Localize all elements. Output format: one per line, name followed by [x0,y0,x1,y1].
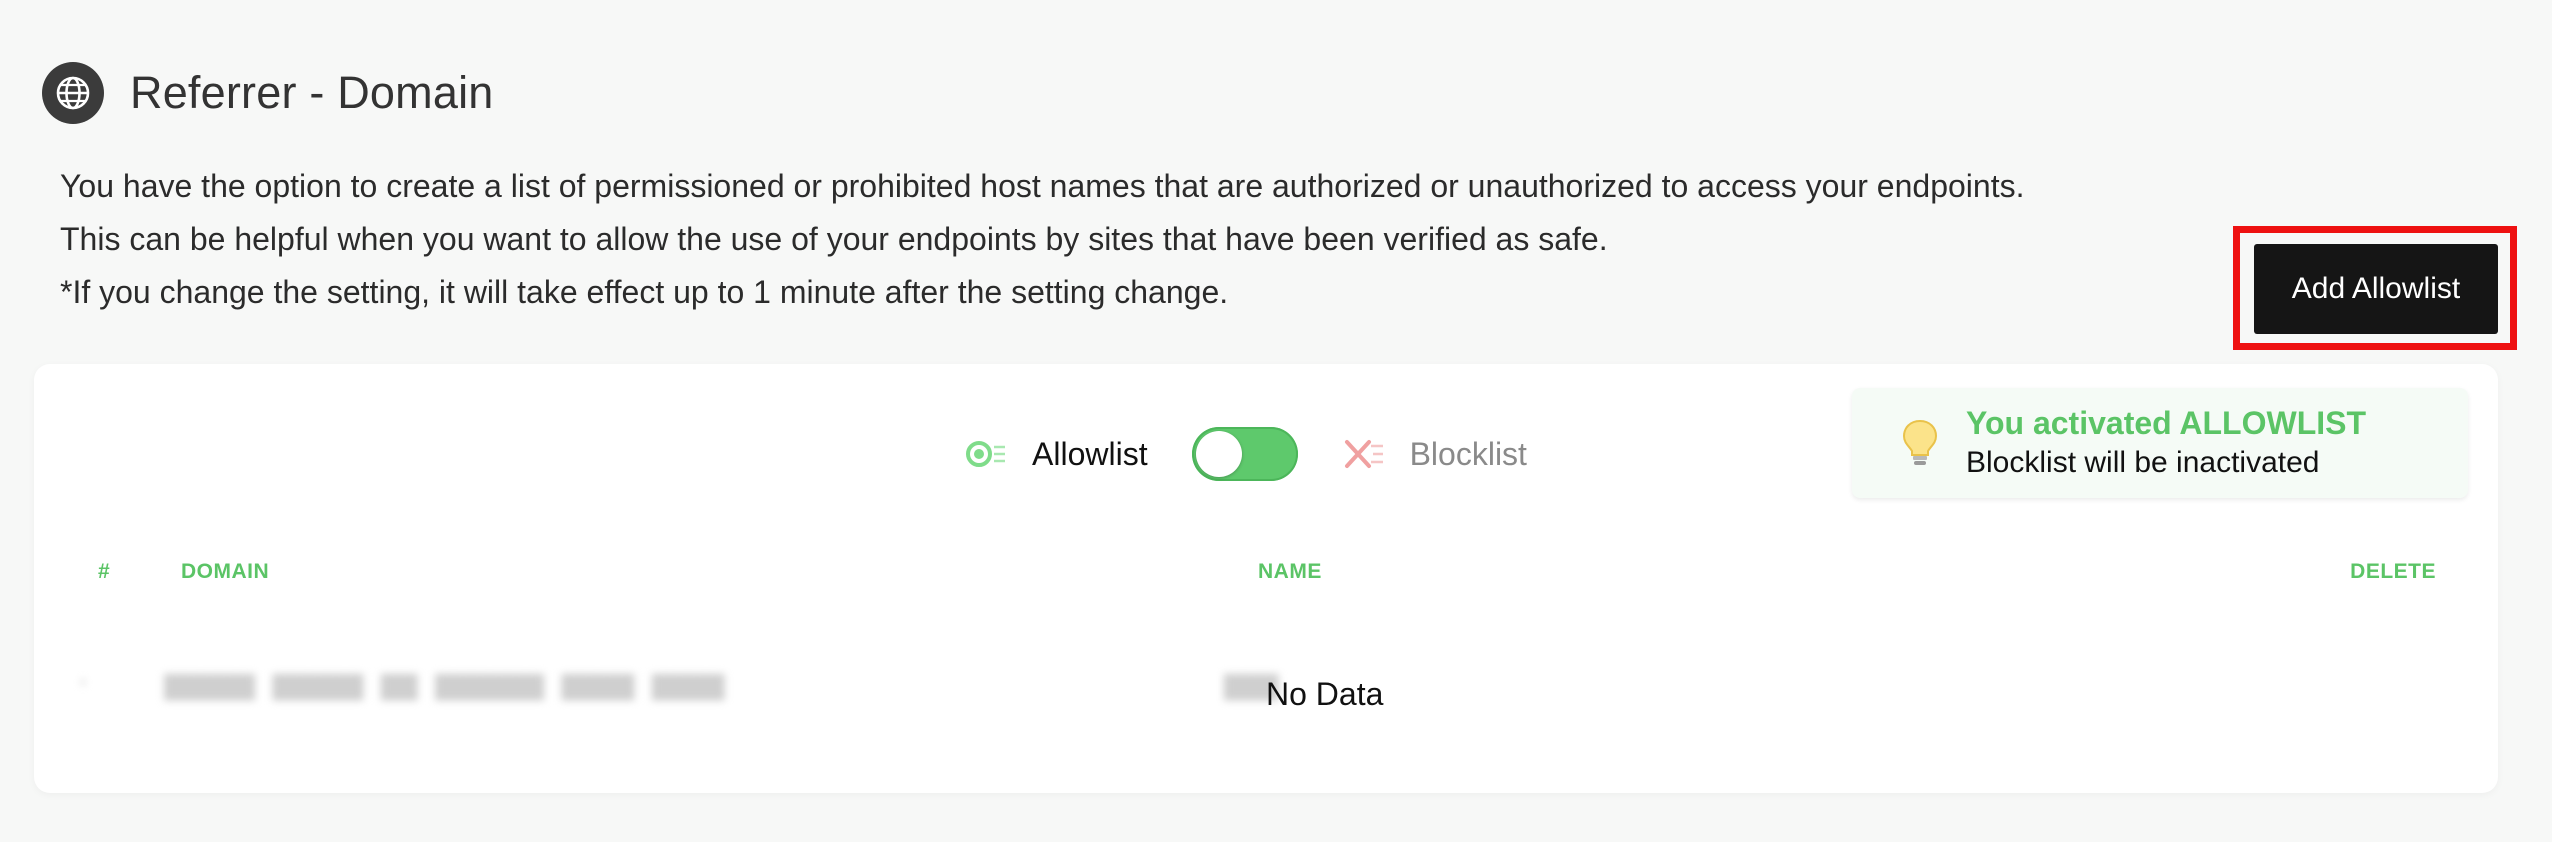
activation-info-box: You activated ALLOWLIST Blocklist will b… [1852,388,2468,498]
column-header-index: # [98,560,111,583]
page: Referrer - Domain You have the option to… [0,0,2552,842]
allowlist-icon [964,432,1008,476]
info-title: You activated ALLOWLIST [1966,405,2367,441]
page-title: Referrer - Domain [130,67,494,118]
description-line: This can be helpful when you want to all… [60,221,1608,257]
column-header-delete: DELETE [2350,560,2436,583]
blocklist-icon [1342,432,1386,476]
list-mode-toggle: Allowlist Blocklist [964,422,1527,486]
info-text: You activated ALLOWLIST Blocklist will b… [1966,403,2366,483]
globe-icon [42,62,104,124]
blurred-placeholder-row: · ▆▆▆▆▆ ▆▆▆▆▆ ▆▆ ▆▆▆▆▆▆ ▆▆▆▆ ▆▆▆▆ [74,666,725,701]
column-header-name: NAME [1258,560,1322,583]
allowlist-blocklist-switch[interactable] [1191,427,1298,481]
column-header-domain: DOMAIN [181,560,270,583]
description-note: *If you change the setting, it will take… [60,274,1229,310]
description-line: You have the option to create a list of … [60,168,2025,204]
page-header: Referrer - Domain [42,62,494,124]
blocklist-option-label[interactable]: Blocklist [1410,436,1527,473]
empty-state-text: No Data [1266,676,1384,712]
info-subtitle: Blocklist will be inactivated [1966,446,2320,479]
switch-knob [1195,431,1242,477]
description: You have the option to create a list of … [60,160,2210,319]
lightbulb-icon [1902,419,1938,465]
domain-list-card: Allowlist Blocklist You activated ALLOWL… [34,364,2498,793]
add-allowlist-button[interactable]: Add Allowlist [2254,244,2498,334]
allowlist-option-label[interactable]: Allowlist [1032,436,1148,473]
